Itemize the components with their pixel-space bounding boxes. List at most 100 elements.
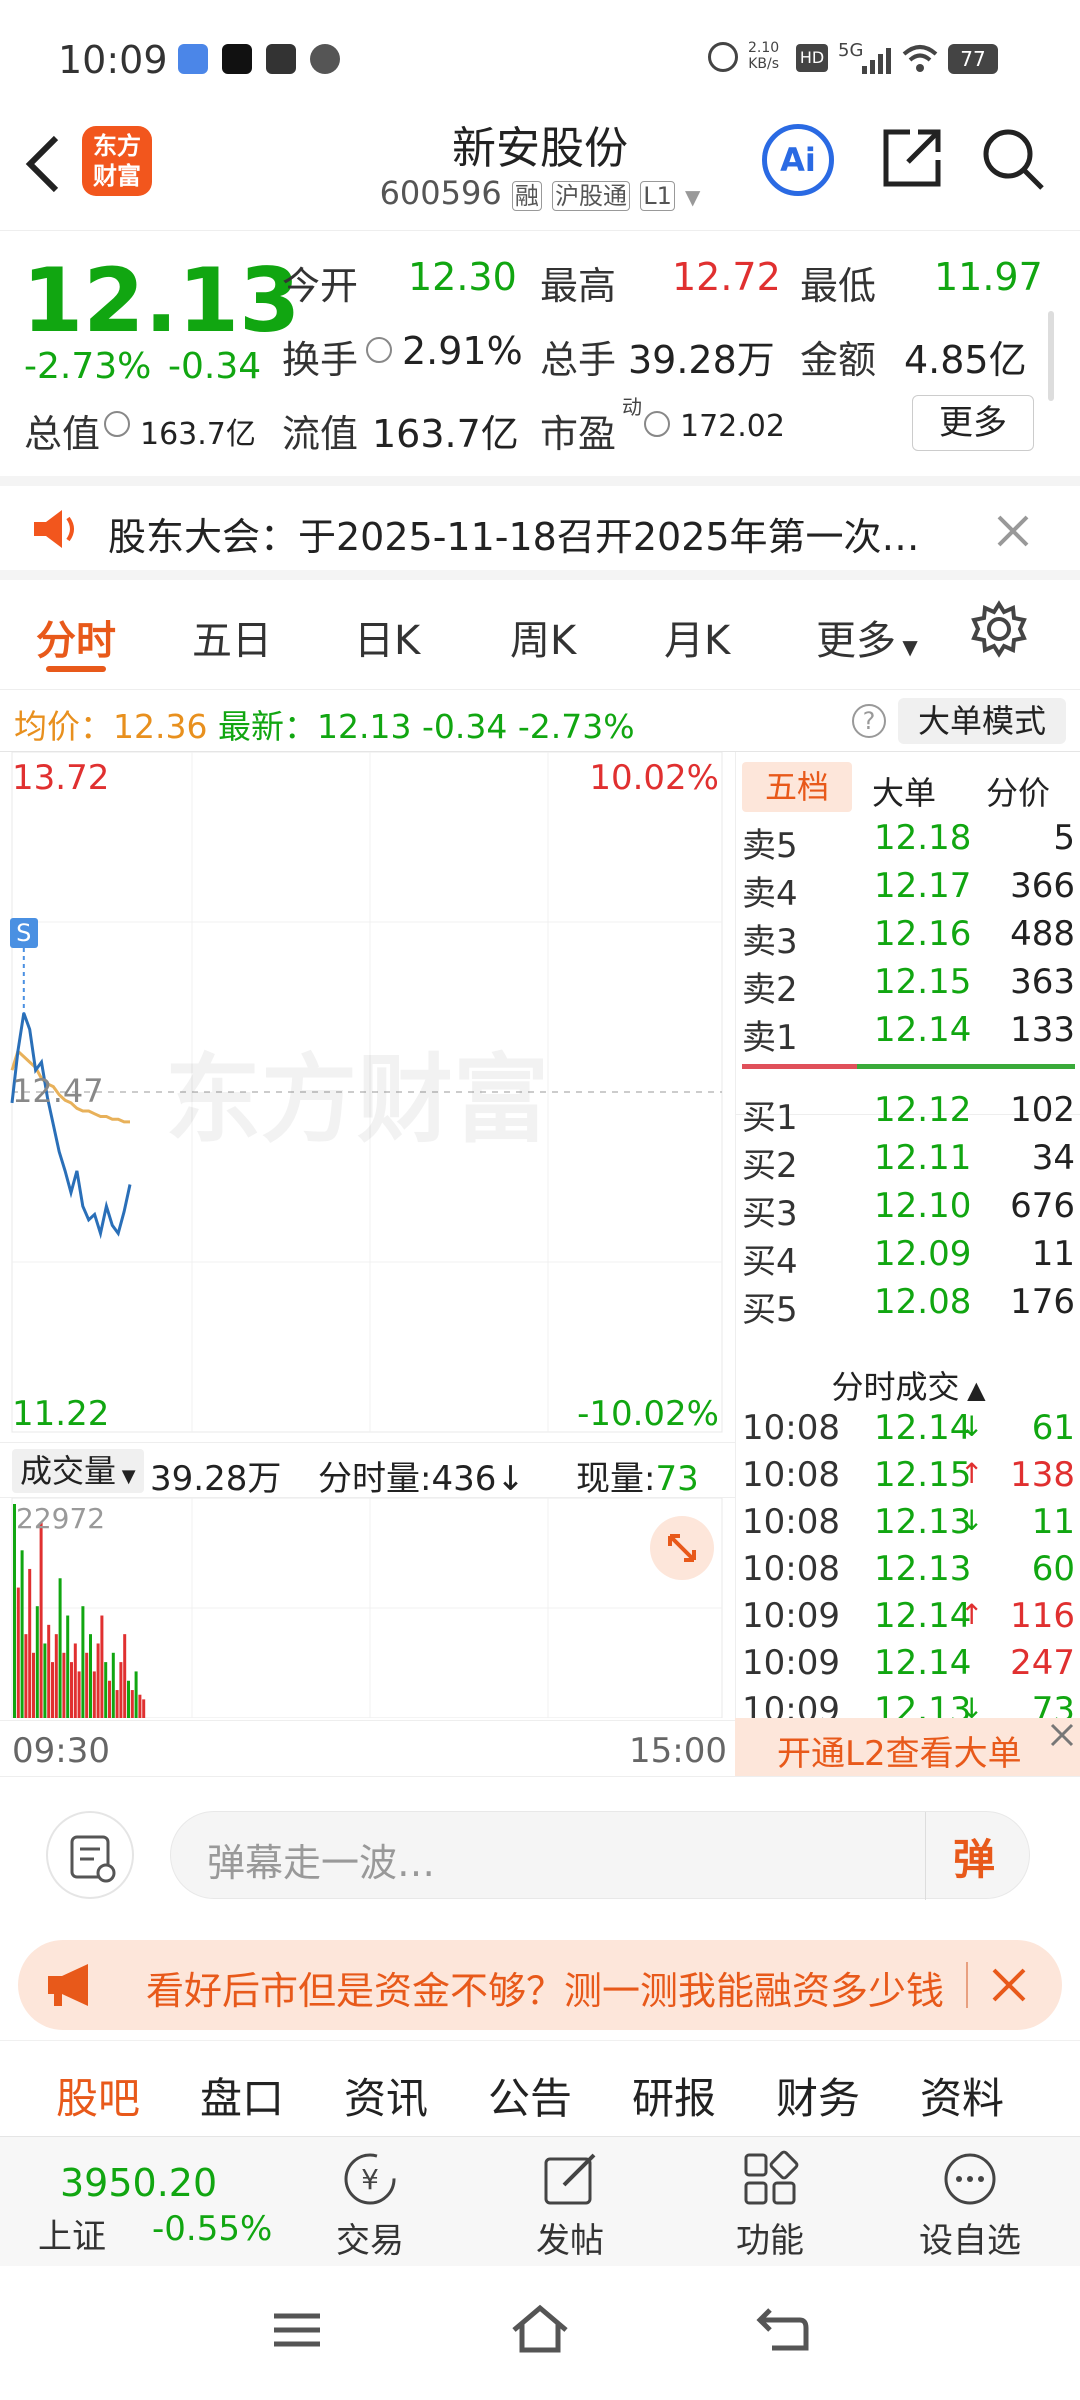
margin-promo-banner[interactable]: 看好后市但是资金不够？测一测我能融资多少钱	[18, 1940, 1062, 2030]
ask-row[interactable]: 卖3 12.16 488	[736, 910, 1080, 962]
info-icon[interactable]	[366, 337, 392, 363]
volume-bar	[127, 1680, 130, 1718]
turnover-label: 换手	[282, 338, 359, 382]
volume-bar	[111, 1652, 115, 1718]
bid-row[interactable]: 买4 12.09 11	[736, 1230, 1080, 1282]
level-volume: 34	[1031, 1138, 1075, 1178]
ticks-title[interactable]: 分时成交 ▲	[736, 1362, 1080, 1408]
quote-panel: 12.13 -2.73% -0.34 总值 163.7亿 今开 12.30 最高…	[0, 230, 1080, 470]
back-nav-icon[interactable]	[756, 2306, 810, 2352]
megaphone-icon	[48, 1964, 88, 2006]
tab-research[interactable]: 研报	[632, 2065, 716, 2126]
close-icon[interactable]	[1049, 1722, 1075, 1748]
close-icon[interactable]	[996, 514, 1030, 548]
level-tag[interactable]: L1	[640, 181, 675, 211]
ask-row[interactable]: 卖1 12.14 133	[736, 1006, 1080, 1058]
volume-bar	[89, 1634, 92, 1718]
index-quote[interactable]: 3950.20 上证 -0.55%	[0, 2137, 300, 2267]
volume-bar	[134, 1671, 138, 1718]
tab-five-levels[interactable]: 五档	[742, 762, 852, 812]
bid-row[interactable]: 买1 12.12 102	[736, 1086, 1080, 1138]
bid-row[interactable]: 买3 12.10 676	[736, 1182, 1080, 1234]
nav-add-watchlist[interactable]: 设自选	[900, 2137, 1040, 2267]
level-price: 12.17	[874, 866, 972, 906]
tiktok-icon	[222, 44, 252, 74]
info-icon[interactable]	[644, 411, 670, 437]
settings-gear-icon[interactable]	[970, 600, 1028, 658]
intraday-chart[interactable]: 东方财富 13.72 10.02% 12.47 11.22 -10.02% S	[0, 752, 735, 1442]
level-dropdown-icon[interactable]: ▼	[685, 185, 700, 209]
ask-row[interactable]: 卖5 12.18 5	[736, 814, 1080, 866]
big-order-mode-button[interactable]: 大单模式	[898, 698, 1066, 744]
tab-big-orders[interactable]: 大单	[872, 768, 936, 814]
margin-tag: 融	[511, 181, 542, 211]
volume-bar	[142, 1699, 146, 1718]
info-icon[interactable]	[104, 411, 130, 437]
level-label: 买4	[742, 1242, 798, 1282]
search-icon[interactable]	[980, 126, 1046, 192]
nav-add-watchlist-label: 设自选	[919, 2221, 1021, 2261]
danmu-input[interactable]: 弹幕走一波… 弹	[170, 1811, 1030, 1900]
volume-chart[interactable]: 22972	[0, 1498, 735, 1718]
nav-functions[interactable]: 功能	[710, 2137, 830, 2267]
volume-bar	[47, 1624, 51, 1718]
system-nav-bar	[0, 2266, 1080, 2400]
ask-row[interactable]: 卖2 12.15 363	[736, 958, 1080, 1010]
level-price: 12.16	[874, 914, 972, 954]
level-volume: 676	[1010, 1186, 1075, 1226]
bid-row[interactable]: 买5 12.08 176	[736, 1278, 1080, 1330]
change-percent: -2.73%	[24, 346, 152, 387]
nav-trade[interactable]: ¥ 交易	[310, 2137, 430, 2267]
price-mid-label: 12.47	[12, 1072, 104, 1110]
volume-selector[interactable]: 成交量 ▼	[12, 1449, 144, 1493]
tab-financials[interactable]: 财务	[776, 2065, 860, 2126]
level-volume: 488	[1010, 914, 1075, 954]
menu-icon[interactable]	[272, 2310, 322, 2350]
expand-icon[interactable]	[650, 1516, 714, 1580]
tab-intraday[interactable]: 分时	[36, 608, 116, 666]
tab-orderbook[interactable]: 盘口	[200, 2065, 284, 2126]
stock-code: 600596	[379, 174, 502, 212]
current-volume: 现量:73	[576, 1459, 699, 1499]
level-price: 12.09	[874, 1234, 972, 1274]
danmu-send-button[interactable]: 弹	[953, 1826, 995, 1887]
more-quote-button[interactable]: 更多	[912, 395, 1034, 451]
tick-volume: 11	[1031, 1502, 1075, 1542]
content-tabs: 股吧 盘口 资讯 公告 研报 财务 资料	[0, 2040, 1080, 2136]
tick-time: 10:08	[742, 1455, 840, 1495]
share-icon[interactable]	[880, 126, 944, 190]
level2-banner[interactable]: 开通L2查看大单	[735, 1718, 1080, 1776]
help-icon[interactable]: ?	[852, 704, 886, 738]
tab-week-k[interactable]: 周K	[510, 608, 576, 666]
high-label: 最高	[540, 264, 617, 308]
sell-signal-marker[interactable]: S	[9, 918, 38, 948]
close-icon[interactable]	[990, 1966, 1028, 2004]
level-volume: 11	[1031, 1234, 1075, 1274]
volume-bar	[130, 1690, 134, 1718]
turnover-value: 2.91%	[402, 329, 523, 373]
bid-row[interactable]: 买2 12.11 34	[736, 1134, 1080, 1186]
high-value: 12.72	[672, 255, 781, 299]
tab-month-k[interactable]: 月K	[664, 608, 730, 666]
volume-bar	[62, 1652, 66, 1718]
ai-icon[interactable]: Ai	[762, 124, 834, 196]
tab-price-distribution[interactable]: 分价	[986, 768, 1050, 814]
danmu-settings-icon[interactable]	[46, 1811, 134, 1899]
nav-trade-label: 交易	[336, 2221, 404, 2261]
tab-day-k[interactable]: 日K	[354, 608, 420, 666]
buy-ratio-bar	[857, 1064, 1075, 1069]
tab-forum[interactable]: 股吧	[56, 2065, 140, 2126]
tab-five-day[interactable]: 五日	[192, 608, 272, 666]
tab-profile[interactable]: 资料	[920, 2065, 1004, 2126]
price-summary: 均价：12.36 最新：12.13 -0.34 -2.73%	[14, 707, 635, 746]
tab-more[interactable]: 更多 ▼	[816, 608, 918, 666]
home-icon[interactable]	[510, 2304, 570, 2354]
tab-news[interactable]: 资讯	[344, 2065, 428, 2126]
ask-row[interactable]: 卖4 12.17 366	[736, 862, 1080, 914]
nav-post[interactable]: 发帖	[510, 2137, 630, 2267]
volume-bar	[73, 1643, 77, 1718]
notice-bar[interactable]: 股东大会：于2025-11-18召开2025年第一次…	[0, 476, 1080, 580]
pct-max-label: 10.02%	[589, 758, 719, 798]
level-volume: 102	[1010, 1090, 1075, 1130]
tab-announcements[interactable]: 公告	[488, 2065, 572, 2126]
